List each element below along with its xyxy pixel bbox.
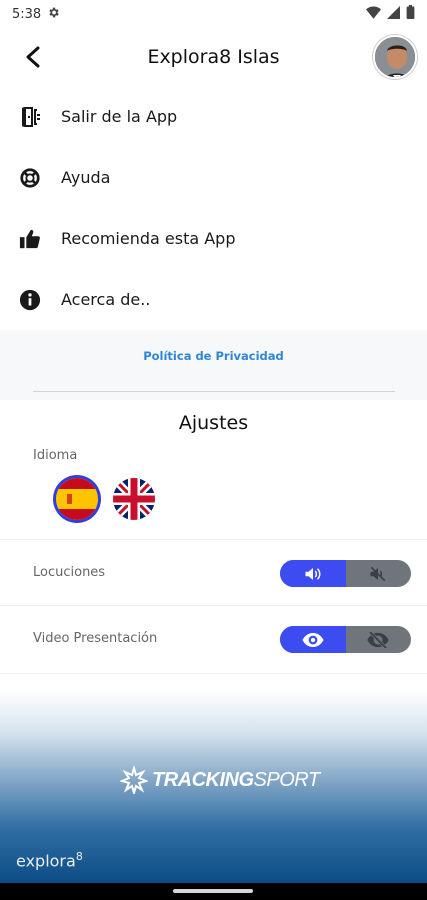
voice-toggle[interactable]	[280, 560, 411, 587]
divider	[0, 673, 427, 674]
exit-door-icon	[18, 105, 42, 129]
speaker-muted-icon	[370, 566, 386, 581]
brand-name: TRACKINGSPORT	[152, 768, 320, 791]
page-title: Explora8 Islas	[147, 46, 280, 68]
user-avatar[interactable]	[373, 35, 417, 79]
divider	[0, 605, 427, 606]
video-off-button[interactable]	[346, 626, 412, 653]
video-label: Video Presentación	[33, 631, 158, 646]
menu-item-recommend[interactable]: Recomienda esta App	[0, 208, 427, 269]
settings-gear-icon	[47, 6, 60, 23]
side-menu-list: Salir de la App Ayuda Recomienda esta Ap…	[0, 86, 427, 330]
lifebuoy-icon	[18, 166, 42, 190]
divider	[33, 391, 395, 392]
menu-item-label: Acerca de..	[61, 290, 151, 309]
wifi-icon	[366, 6, 381, 23]
menu-item-label: Salir de la App	[61, 107, 178, 126]
trackingsport-logo: TRACKINGSPORT	[120, 766, 320, 794]
avatar-photo-icon	[375, 37, 415, 77]
settings-title: Ajustes	[178, 412, 249, 434]
voice-label: Locuciones	[33, 565, 106, 580]
menu-item-label: Recomienda esta App	[61, 229, 236, 248]
eye-icon	[302, 632, 324, 647]
eye-slash-icon	[367, 631, 389, 648]
system-nav-bar	[0, 883, 427, 900]
spanish-flag-button[interactable]	[56, 478, 98, 520]
voice-off-button[interactable]	[346, 560, 412, 587]
info-icon	[18, 288, 42, 312]
battery-icon	[406, 5, 415, 23]
spain-flag-icon	[56, 478, 98, 520]
menu-item-exit[interactable]: Salir de la App	[0, 86, 427, 147]
status-time: 5:38	[12, 6, 42, 22]
divider	[0, 539, 427, 540]
starburst-icon	[120, 766, 148, 794]
explora-logo: explora8	[16, 850, 83, 871]
english-flag-button[interactable]	[113, 478, 155, 520]
privacy-section: Política de Privacidad	[0, 330, 427, 400]
speaker-on-icon	[305, 567, 321, 580]
menu-item-about[interactable]: Acerca de..	[0, 269, 427, 330]
menu-item-help[interactable]: Ayuda	[0, 147, 427, 208]
branding-footer: TRACKINGSPORT explora8	[0, 690, 427, 883]
uk-flag-icon	[113, 478, 155, 520]
app-header: Explora8 Islas	[0, 28, 427, 86]
privacy-policy-link[interactable]: Política de Privacidad	[0, 349, 427, 363]
menu-item-label: Ayuda	[61, 168, 111, 187]
back-button[interactable]	[18, 42, 48, 72]
voice-on-button[interactable]	[280, 560, 346, 587]
video-toggle[interactable]	[280, 626, 411, 653]
thumbs-up-icon	[18, 227, 42, 251]
back-arrow-icon	[26, 46, 40, 68]
home-gesture-pill[interactable]	[173, 889, 253, 893]
cell-signal-icon	[387, 5, 400, 23]
status-bar: 5:38	[0, 0, 427, 28]
video-on-button[interactable]	[280, 626, 346, 653]
language-label: Idioma	[33, 448, 78, 463]
